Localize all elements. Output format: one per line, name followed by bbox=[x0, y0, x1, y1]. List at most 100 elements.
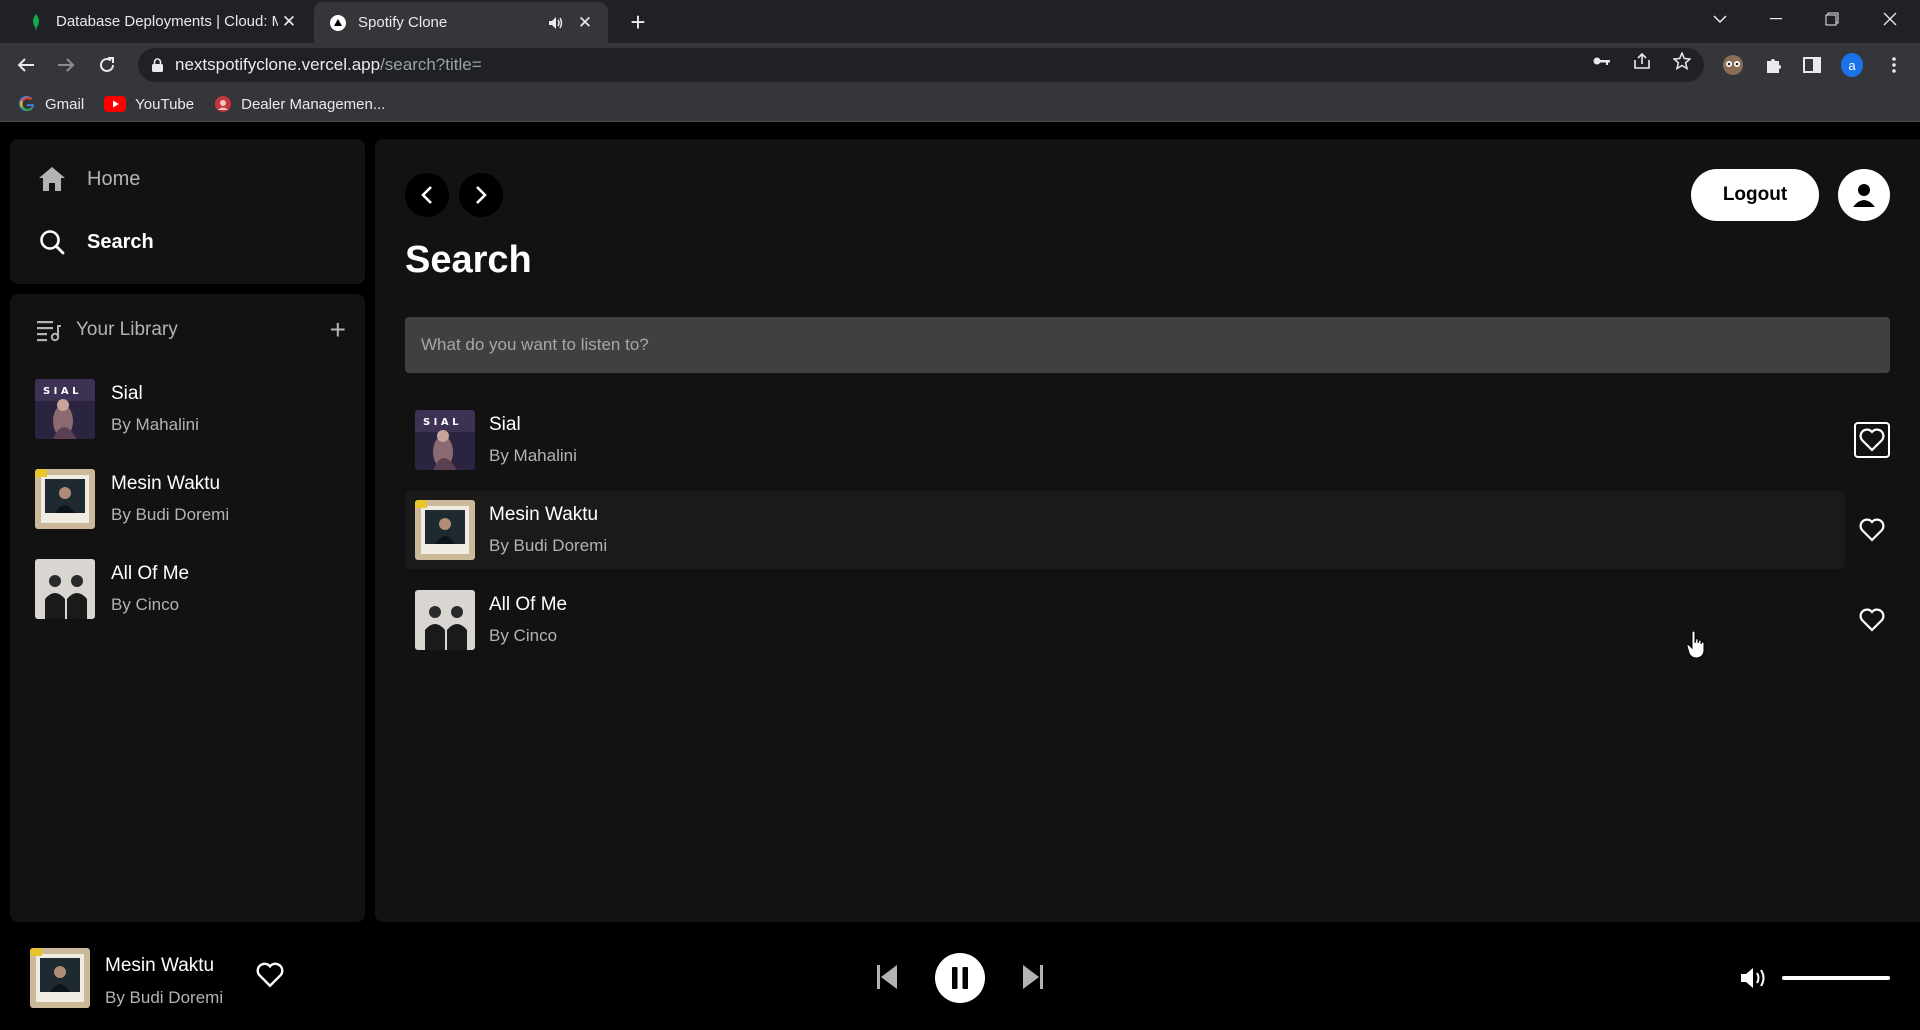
library-item-artist: By Cinco bbox=[111, 595, 180, 614]
share-icon[interactable] bbox=[1632, 51, 1652, 71]
history-back-button[interactable] bbox=[405, 173, 449, 217]
close-window-icon[interactable] bbox=[1862, 0, 1918, 38]
now-playing-cover bbox=[30, 948, 90, 1008]
bookmark-gmail[interactable]: Gmail bbox=[18, 95, 84, 113]
tab-search-chevron-icon[interactable] bbox=[1692, 0, 1748, 38]
url-field[interactable]: nextspotifyclone.vercel.app/search?title… bbox=[138, 48, 1704, 82]
user-icon bbox=[1853, 184, 1875, 207]
history-forward-button[interactable] bbox=[459, 173, 503, 217]
sidebar-item-label: Search bbox=[87, 230, 154, 253]
bookmark-label: YouTube bbox=[135, 95, 195, 113]
pause-icon bbox=[952, 967, 968, 989]
heart-icon bbox=[1859, 428, 1885, 452]
bookmarks-bar: Gmail YouTube Dealer Managemen... bbox=[0, 87, 1920, 122]
browser-tab-database[interactable]: Database Deployments | Cloud: M ✕ bbox=[12, 0, 312, 43]
page-title: Search bbox=[405, 239, 532, 281]
close-tab-icon[interactable]: ✕ bbox=[278, 11, 300, 33]
profile-avatar[interactable]: a bbox=[1841, 53, 1863, 77]
library-item-artist: By Budi Doremi bbox=[111, 505, 230, 524]
lock-icon bbox=[152, 58, 163, 72]
heart-icon bbox=[1859, 518, 1885, 542]
key-icon[interactable] bbox=[1592, 51, 1612, 71]
vercel-triangle-icon bbox=[330, 14, 346, 31]
extensions-puzzle-icon[interactable] bbox=[1762, 54, 1784, 76]
volume-icon[interactable] bbox=[1740, 967, 1770, 994]
bookmark-dealer-management[interactable]: Dealer Managemen... bbox=[214, 95, 385, 113]
library-item[interactable]: Mesin Waktu By Budi Doremi bbox=[35, 468, 355, 530]
reload-icon[interactable] bbox=[93, 51, 121, 79]
speaker-icon[interactable] bbox=[548, 16, 564, 30]
result-title: All Of Me bbox=[489, 594, 568, 615]
library-item[interactable]: All Of Me By Cinco bbox=[35, 558, 355, 620]
more-menu-icon[interactable] bbox=[1883, 54, 1905, 76]
extension-glasses-icon[interactable] bbox=[1722, 54, 1744, 76]
forward-arrow-icon[interactable] bbox=[52, 51, 80, 79]
like-button[interactable] bbox=[1854, 512, 1890, 548]
heart-icon bbox=[256, 962, 284, 988]
url-host: nextspotifyclone.vercel.app bbox=[175, 55, 381, 74]
result-title: Sial bbox=[489, 414, 521, 435]
close-tab-icon[interactable]: ✕ bbox=[574, 12, 596, 34]
back-arrow-icon[interactable] bbox=[12, 51, 40, 79]
url-path: /search?title= bbox=[380, 55, 482, 74]
sidebar-item-label: Home bbox=[87, 167, 141, 190]
bookmark-youtube[interactable]: YouTube bbox=[104, 96, 194, 113]
mongodb-leaf-icon bbox=[28, 13, 44, 30]
now-playing-title: Mesin Waktu bbox=[105, 955, 215, 976]
skip-forward-icon bbox=[1023, 965, 1043, 989]
album-cover-sial: S I A L bbox=[415, 410, 475, 470]
play-pause-button[interactable] bbox=[935, 953, 985, 1003]
album-cover-all-of-me bbox=[415, 590, 475, 650]
like-button[interactable] bbox=[1854, 422, 1890, 458]
search-input[interactable] bbox=[405, 317, 1890, 373]
album-cover-all-of-me bbox=[35, 559, 95, 619]
library-title[interactable]: Your Library bbox=[76, 319, 178, 341]
svg-text:S I A L: S I A L bbox=[423, 417, 459, 428]
library-item-artist: By Mahalini bbox=[111, 415, 199, 434]
logout-button[interactable]: Logout bbox=[1691, 169, 1819, 221]
result-artist: By Cinco bbox=[489, 626, 558, 645]
search-result-row[interactable]: S I A L Sial By Mahalini bbox=[405, 401, 1845, 479]
library-panel: Your Library + S I A L Sial By Mahalini … bbox=[10, 294, 365, 922]
chevron-left-icon bbox=[421, 186, 432, 204]
library-item-title: Mesin Waktu bbox=[111, 473, 221, 494]
previous-track-button[interactable] bbox=[872, 962, 902, 992]
address-bar: nextspotifyclone.vercel.app/search?title… bbox=[0, 43, 1920, 87]
now-playing-artist: By Budi Doremi bbox=[105, 988, 224, 1007]
new-tab-button[interactable]: + bbox=[624, 7, 652, 37]
library-item-title: All Of Me bbox=[111, 563, 190, 584]
hand-cursor-icon bbox=[1686, 630, 1706, 664]
spotify-clone-app: Home Search Your Library + S I A L Sial … bbox=[0, 122, 1920, 1030]
next-track-button[interactable] bbox=[1018, 962, 1048, 992]
user-profile-button[interactable] bbox=[1838, 169, 1890, 221]
library-icon[interactable] bbox=[36, 318, 62, 342]
library-item-title: Sial bbox=[111, 383, 143, 404]
restore-icon[interactable] bbox=[1804, 0, 1860, 38]
sidebar-item-search[interactable]: Search bbox=[37, 229, 154, 255]
now-playing-like-button[interactable] bbox=[256, 962, 284, 993]
bookmark-star-icon[interactable] bbox=[1672, 51, 1692, 71]
browser-tab-spotify-clone[interactable]: Spotify Clone ✕ bbox=[314, 2, 608, 43]
result-artist: By Mahalini bbox=[489, 446, 577, 465]
youtube-icon bbox=[104, 96, 127, 112]
browser-tab-bar: Database Deployments | Cloud: M ✕ Spotif… bbox=[0, 0, 1920, 43]
album-cover-sial: S I A L bbox=[35, 379, 95, 439]
profile-initial: a bbox=[1841, 53, 1863, 77]
volume-slider-fill bbox=[1782, 976, 1890, 980]
sidebar-nav: Home Search bbox=[10, 139, 365, 284]
like-button[interactable] bbox=[1854, 602, 1890, 638]
svg-text:S I A L: S I A L bbox=[43, 386, 79, 397]
minimize-icon[interactable] bbox=[1748, 0, 1804, 38]
volume-slider[interactable] bbox=[1782, 976, 1890, 980]
album-cover-mesin-waktu bbox=[35, 469, 95, 529]
library-item[interactable]: S I A L Sial By Mahalini bbox=[35, 378, 355, 440]
heart-icon bbox=[1859, 608, 1885, 632]
search-result-row[interactable]: Mesin Waktu By Budi Doremi bbox=[405, 491, 1845, 569]
skip-back-icon bbox=[877, 965, 897, 989]
side-panel-icon[interactable] bbox=[1801, 54, 1823, 76]
result-title: Mesin Waktu bbox=[489, 504, 599, 525]
sidebar-item-home[interactable]: Home bbox=[37, 166, 140, 192]
search-result-row[interactable]: All Of Me By Cinco bbox=[405, 581, 1845, 659]
add-to-library-icon[interactable]: + bbox=[330, 314, 346, 346]
tab-title: Database Deployments | Cloud: M bbox=[56, 13, 278, 30]
